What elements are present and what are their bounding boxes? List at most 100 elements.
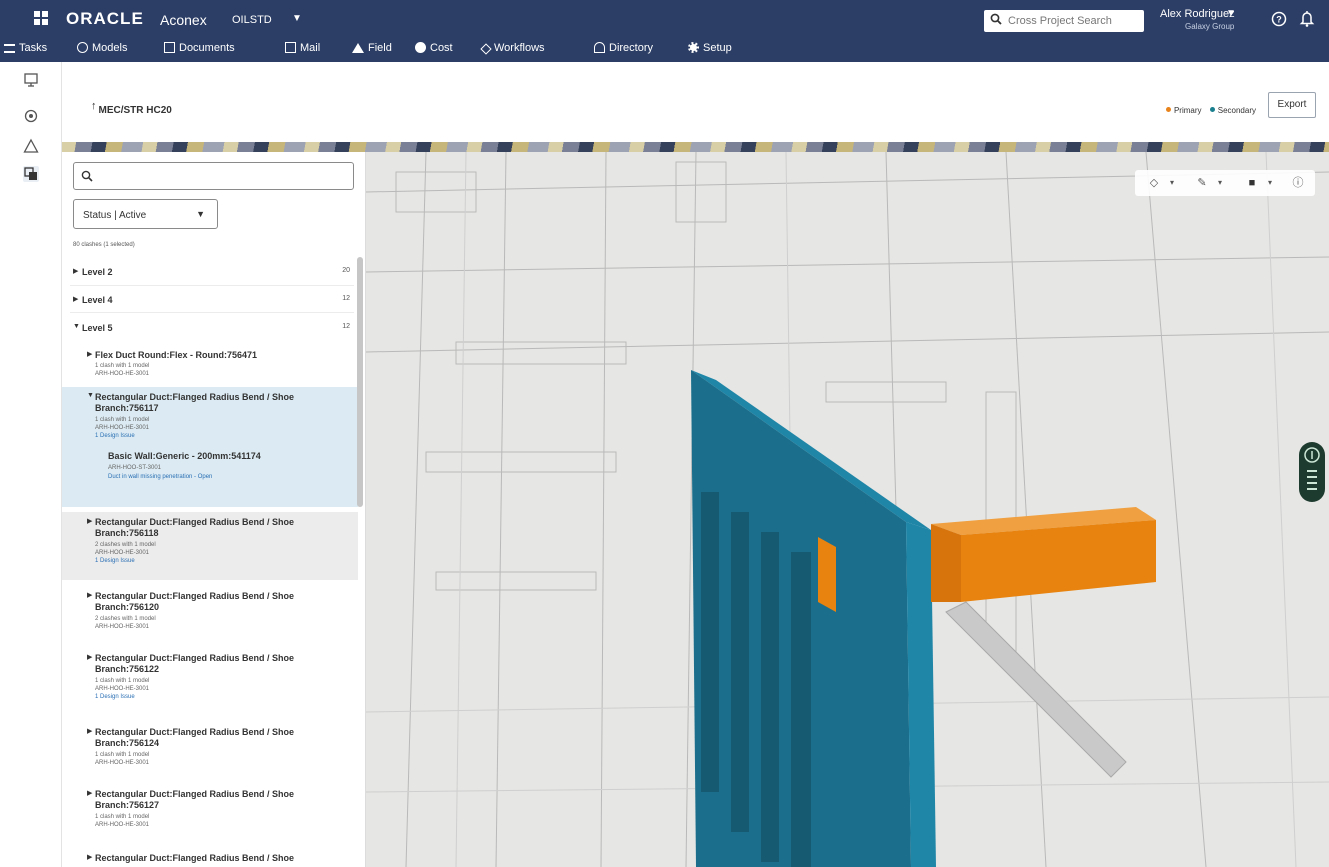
search-icon <box>990 13 1002 25</box>
nav-documents[interactable]: Documents <box>164 42 235 54</box>
brand-logo: ORACLE <box>66 9 144 28</box>
nav-workflows[interactable]: Workflows <box>480 42 545 55</box>
nav-mail[interactable]: Mail <box>285 42 320 54</box>
page-title[interactable]: ↑ MEC/STR HC20 <box>91 100 172 116</box>
issue-status-link[interactable]: Duct in wall missing penetration - Open <box>108 474 212 480</box>
clash-model: ARH-HOO-HE-3001 <box>95 760 150 766</box>
tasks-icon <box>4 44 15 53</box>
nav-tasks[interactable]: Tasks <box>4 42 47 54</box>
cost-icon <box>415 42 426 53</box>
section-icon[interactable]: ◇ <box>1145 174 1163 192</box>
models-icon <box>77 42 88 53</box>
user-menu[interactable]: Alex Rodriguez <box>1160 8 1235 20</box>
clash-item[interactable]: ▶ Rectangular Duct:Flanged Radius Bend /… <box>62 648 358 714</box>
nav-label: Directory <box>609 42 654 54</box>
models-icon[interactable] <box>23 108 39 124</box>
help-icon[interactable]: ? <box>1271 11 1287 27</box>
arrow-up-icon[interactable]: ↑ <box>91 100 97 112</box>
nav-label: Models <box>92 42 128 54</box>
clash-search-input[interactable] <box>73 162 354 190</box>
nav-cost[interactable]: Cost <box>415 42 453 54</box>
clash-title: Flex Duct Round:Flex - Round:756471 <box>95 350 258 360</box>
cube-view-icon[interactable]: ■ <box>1243 174 1261 192</box>
mail-icon <box>285 42 296 53</box>
clash-model: ARH-HOO-HE-3001 <box>95 822 150 828</box>
clashing-element-model: ARH-HOO-ST-3001 <box>108 465 162 471</box>
chevron-right-icon: ▶ <box>87 854 93 861</box>
secondary-dot-icon <box>1209 107 1215 112</box>
clash-title: Rectangular Duct:Flanged Radius Bend / S… <box>95 727 295 748</box>
info-icon[interactable]: ⓘ <box>1289 174 1307 192</box>
export-button[interactable]: Export <box>1268 92 1316 118</box>
app-grid-icon[interactable] <box>34 11 48 25</box>
clash-item[interactable]: ▶ Flex Duct Round:Flex - Round:756471 1 … <box>62 345 358 387</box>
caret-down-icon[interactable]: ▼ <box>292 13 302 24</box>
legend-primary: Primary <box>1173 106 1202 115</box>
bell-icon[interactable] <box>1299 10 1315 28</box>
design-issue-link[interactable]: 1 Design Issue <box>95 433 135 439</box>
documents-icon <box>164 42 175 53</box>
chevron-down-icon: ▼ <box>87 392 94 399</box>
header-row: ORACLE Aconex OILSTD ▼ Cross Project Sea… <box>0 0 1329 38</box>
navigation-widget[interactable] <box>1299 442 1325 502</box>
brand-product: Aconex <box>160 12 207 28</box>
clash-item[interactable]: ▶ Rectangular Duct:Flanged Radius Bend /… <box>62 586 358 644</box>
measure-icon[interactable]: ✎ <box>1193 174 1211 192</box>
nav-directory[interactable]: Directory <box>594 42 653 54</box>
level-row[interactable]: ▶ Level 4 12 <box>62 288 358 312</box>
nav-label: Workflows <box>494 42 545 54</box>
setup-icon <box>688 42 699 53</box>
model-viewer[interactable]: ◇ ▾ ✎ ▾ ■ ▾ ⓘ <box>366 152 1329 867</box>
clash-detail: 2 clashes with 1 model <box>95 542 156 548</box>
level-label: Level 5 <box>82 323 113 333</box>
project-selector[interactable]: OILSTD <box>232 14 272 26</box>
clash-title: Rectangular Duct:Flanged Radius Bend / S… <box>95 853 295 863</box>
clash-list-panel: Status | Active ▼ 80 clashes (1 selected… <box>62 152 366 867</box>
cross-project-search[interactable]: Cross Project Search <box>984 10 1144 32</box>
design-issue-link[interactable]: 1 Design Issue <box>95 694 135 700</box>
clashes-icon[interactable] <box>23 166 39 182</box>
level-row[interactable]: ▼ Level 5 12 <box>62 316 358 340</box>
clash-item[interactable]: ▶ Rectangular Duct:Flanged Radius Bend /… <box>62 848 358 867</box>
nav-models[interactable]: Models <box>77 42 127 54</box>
clash-model: ARH-HOO-HE-3001 <box>95 550 150 556</box>
clashing-element-title[interactable]: Basic Wall:Generic - 200mm:541174 <box>108 451 261 461</box>
user-org: Galaxy Group <box>1185 22 1235 31</box>
design-issue-link[interactable]: 1 Design Issue <box>95 558 135 564</box>
clash-title: Rectangular Duct:Flanged Radius Bend / S… <box>95 653 295 674</box>
level-label: Level 4 <box>82 295 113 305</box>
chevron-right-icon: ▶ <box>73 268 79 275</box>
warning-icon[interactable] <box>23 138 39 154</box>
clash-count: 80 clashes (1 selected) <box>73 242 135 248</box>
search-icon <box>81 170 93 182</box>
clash-item[interactable]: ▶ Rectangular Duct:Flanged Radius Bend /… <box>62 512 358 580</box>
divider <box>70 285 354 286</box>
clash-title: Rectangular Duct:Flanged Radius Bend / S… <box>95 517 295 538</box>
status-filter-value: Status | Active <box>83 210 147 221</box>
clash-detail: 1 clash with 1 model <box>95 363 150 369</box>
clash-item-selected[interactable]: ▼ Rectangular Duct:Flanged Radius Bend /… <box>62 387 358 507</box>
title-bar: ↑ MEC/STR HC20 Primary Secondary Export <box>62 62 1329 142</box>
caret-down-icon[interactable]: ▾ <box>1163 174 1181 192</box>
search-placeholder: Cross Project Search <box>1008 15 1112 27</box>
caret-down-icon[interactable]: ▼ <box>1226 8 1236 19</box>
caret-down-icon: ▼ <box>196 209 205 219</box>
level-row[interactable]: ▶ Level 2 20 <box>62 260 358 284</box>
clash-item[interactable]: ▶ Rectangular Duct:Flanged Radius Bend /… <box>62 722 358 780</box>
scrollbar[interactable] <box>357 257 363 507</box>
status-filter[interactable]: Status | Active ▼ <box>73 199 218 229</box>
nav-setup[interactable]: Setup <box>688 42 732 54</box>
clash-item[interactable]: ▶ Rectangular Duct:Flanged Radius Bend /… <box>62 784 358 842</box>
caret-down-icon[interactable]: ▾ <box>1211 174 1229 192</box>
clash-model: ARH-HOO-HE-3001 <box>95 371 150 377</box>
clash-title: Rectangular Duct:Flanged Radius Bend / S… <box>95 789 295 810</box>
chat-icon[interactable] <box>23 72 39 88</box>
clash-detail: 2 clashes with 1 model <box>95 616 156 622</box>
viewer-toolbar: ◇ ▾ ✎ ▾ ■ ▾ ⓘ <box>1135 170 1315 196</box>
caret-down-icon[interactable]: ▾ <box>1261 174 1279 192</box>
legend-secondary: Secondary <box>1217 106 1256 115</box>
nav-label: Field <box>368 42 392 54</box>
chevron-right-icon: ▶ <box>87 351 93 358</box>
clash-model: ARH-HOO-HE-3001 <box>95 425 150 431</box>
nav-field[interactable]: Field <box>352 42 392 54</box>
